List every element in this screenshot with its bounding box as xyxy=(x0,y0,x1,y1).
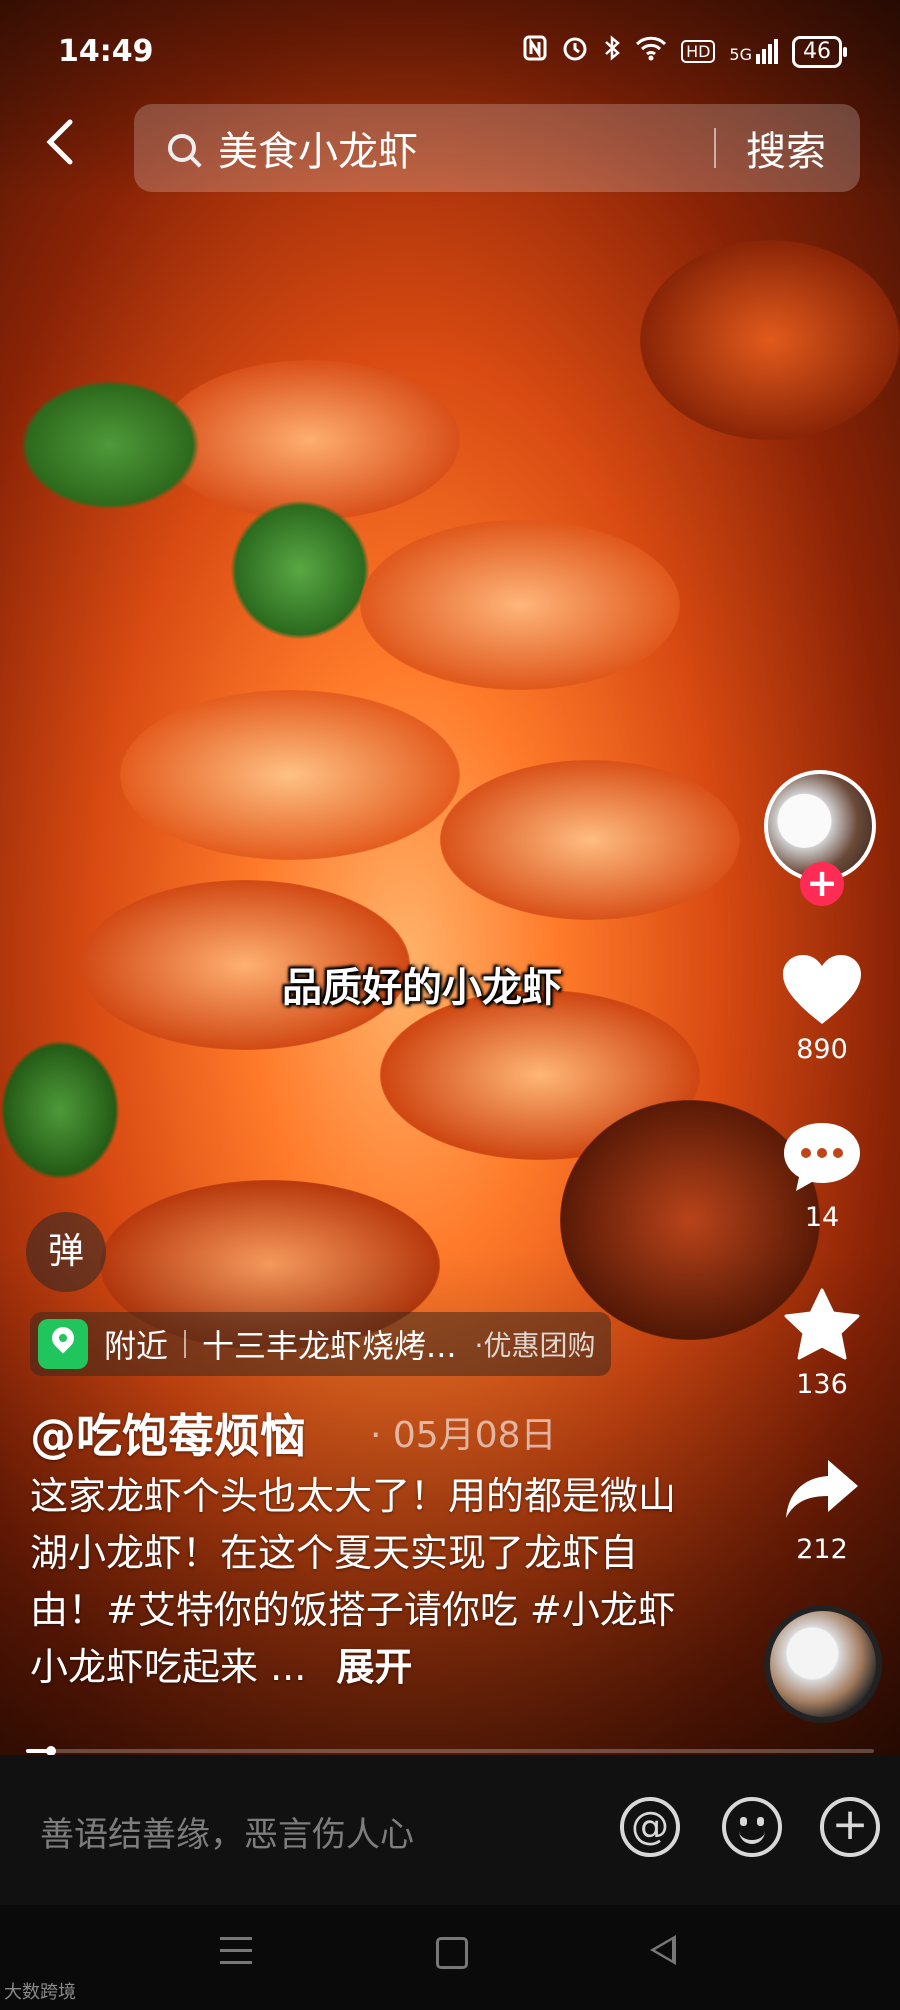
share-arrow-icon xyxy=(770,1450,874,1530)
food-blob xyxy=(230,500,370,640)
comment-input[interactable]: 善语结善缘，恶言伤人心 xyxy=(40,1807,414,1856)
search-divider xyxy=(714,128,716,168)
battery-indicator: 46 xyxy=(792,35,847,68)
post-description: 这家龙虾个头也太大了！用的都是微山湖小龙虾！在这个夏天实现了龙虾自由！#艾特你的… xyxy=(30,1468,680,1696)
network-type-label: 5G xyxy=(729,45,752,64)
food-blob xyxy=(160,360,460,520)
like-count: 890 xyxy=(796,1034,848,1065)
chevron-left-icon xyxy=(46,119,73,165)
location-tag[interactable]: 附近 十三丰龙虾烧烤... ·优惠团购 xyxy=(30,1312,612,1376)
bluetooth-icon xyxy=(603,34,621,69)
food-blob xyxy=(440,760,740,920)
star-icon xyxy=(770,1285,874,1365)
status-icons: HD 5G 46 xyxy=(523,34,847,69)
menu-icon[interactable] xyxy=(220,1937,252,1965)
shop-name: 十三丰龙虾烧烤... xyxy=(202,1327,457,1365)
emoji-mouth xyxy=(739,1827,765,1844)
comment-icon xyxy=(770,1118,874,1198)
mention-button[interactable]: @ xyxy=(620,1797,680,1857)
food-blob xyxy=(640,240,900,440)
nfc-icon xyxy=(523,35,547,68)
danmu-toggle-button[interactable]: 弹 xyxy=(26,1212,106,1292)
share-count: 212 xyxy=(796,1534,848,1565)
status-bar: 14:49 HD 5G 46 xyxy=(0,0,900,100)
alarm-icon xyxy=(561,34,589,69)
comment-bar: 善语结善缘，恶言伤人心 @ + xyxy=(0,1755,900,1905)
video-caption: 品质好的小龙虾 xyxy=(282,965,562,1011)
search-icon xyxy=(168,134,196,162)
wifi-icon xyxy=(635,35,667,68)
food-blob xyxy=(20,380,200,510)
system-nav-bar xyxy=(0,1905,900,2010)
author-name[interactable]: @吃饱莓烦恼 xyxy=(30,1400,306,1466)
back-button[interactable] xyxy=(44,118,84,174)
back-triangle-icon[interactable] xyxy=(650,1935,676,1965)
nearby-label: 附近 xyxy=(104,1327,169,1365)
home-icon[interactable] xyxy=(436,1937,468,1969)
food-blob xyxy=(0,1040,120,1180)
search-bar[interactable]: 美食小龙虾 搜索 xyxy=(134,104,860,192)
watermark: 大数跨境 xyxy=(4,1982,76,2003)
signal-5g-icon: 5G xyxy=(729,39,778,64)
food-blob xyxy=(120,690,460,860)
share-button[interactable]: 212 xyxy=(770,1450,874,1565)
deal-label: ·优惠团购 xyxy=(474,1329,596,1362)
expand-link[interactable]: 展开 xyxy=(336,1645,412,1689)
favorite-count: 136 xyxy=(796,1369,848,1400)
video-progress-bar[interactable] xyxy=(26,1746,874,1756)
post-date: · 05月08日 xyxy=(370,1415,557,1456)
follow-button[interactable]: + xyxy=(800,862,844,906)
comment-button[interactable]: 14 xyxy=(770,1118,874,1233)
comment-count: 14 xyxy=(804,1202,840,1233)
emoji-eye xyxy=(740,1817,747,1826)
favorite-button[interactable]: 136 xyxy=(770,1285,874,1400)
food-blob xyxy=(360,520,680,690)
status-time: 14:49 xyxy=(58,34,154,69)
emoji-button[interactable] xyxy=(722,1797,782,1857)
hd-icon: HD xyxy=(681,40,716,63)
add-button[interactable]: + xyxy=(820,1797,880,1857)
poi-divider xyxy=(184,1330,187,1358)
search-button[interactable]: 搜索 xyxy=(746,119,826,177)
search-query[interactable]: 美食小龙虾 xyxy=(218,119,714,177)
like-button[interactable]: 890 xyxy=(770,950,874,1065)
emoji-eye xyxy=(757,1817,764,1826)
music-disc[interactable] xyxy=(764,1605,882,1723)
heart-icon xyxy=(770,950,874,1030)
location-pin-icon xyxy=(38,1319,88,1369)
